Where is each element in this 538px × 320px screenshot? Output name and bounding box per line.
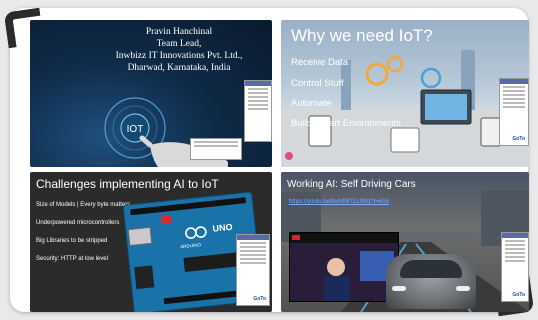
speaker-location: Dharwad, Karnataka, India bbox=[127, 63, 231, 73]
meeting-side-panel[interactable] bbox=[244, 80, 272, 142]
speaker-name: Pravin Hanchinal bbox=[145, 27, 213, 37]
slide-title: Challenges implementing AI to IoT bbox=[36, 177, 219, 191]
video-tile-challenges[interactable]: Challenges implementing AI to IoT Size o… bbox=[30, 172, 272, 312]
bullet-control-stuff: Control Stuff bbox=[291, 78, 344, 89]
speaker-role: Team Lead, bbox=[156, 39, 202, 49]
video-tile-speaker-intro[interactable]: Pravin Hanchinal Team Lead, Inwbizz IT I… bbox=[30, 20, 272, 167]
bullet-model-size: Size of Models | Every byte matters bbox=[36, 202, 131, 208]
video-tile-self-driving[interactable]: Working AI: Self Driving Cars https://yo… bbox=[281, 172, 529, 312]
meeting-side-panel[interactable]: GoTo bbox=[499, 78, 529, 146]
bullet-security: Security: HTTP at low level bbox=[36, 256, 108, 262]
meeting-side-panel[interactable]: GoTo bbox=[236, 234, 270, 306]
slide-title: Working AI: Self Driving Cars bbox=[287, 179, 416, 190]
iot-badge-text: IOT bbox=[127, 124, 144, 135]
speaker-company: Inwbizz IT Innovations Pvt. Ltd., bbox=[115, 51, 243, 61]
goto-logo: GoTo bbox=[512, 292, 525, 298]
slide-title: Why we need IoT? bbox=[291, 26, 433, 45]
bullet-microcontrollers: Underpowered microcontrollers bbox=[36, 220, 120, 226]
board-model-label: UNO bbox=[212, 221, 233, 234]
embedded-video[interactable] bbox=[289, 232, 399, 302]
car-image bbox=[386, 254, 476, 309]
bullet-libraries: Big Libraries to be stripped bbox=[36, 238, 108, 244]
bullet-smart-environments: Build Smart Environments bbox=[291, 118, 401, 129]
webcam-overlay bbox=[190, 138, 242, 160]
bullet-receive-data: Receive Data bbox=[291, 57, 349, 68]
meeting-side-panel[interactable]: GoTo bbox=[501, 232, 529, 302]
goto-logo: GoTo bbox=[253, 296, 266, 302]
goto-logo: GoTo bbox=[512, 136, 525, 142]
video-tile-why-iot[interactable]: Why we need IoT? Receive Data Control St… bbox=[281, 20, 529, 167]
bullet-automate: Automate bbox=[291, 98, 332, 109]
speaker-info: Pravin Hanchinal Team Lead, Inwbizz IT I… bbox=[94, 26, 264, 74]
youtube-link[interactable]: https://youtu.be/tiwVMrTLUWg?t=616 bbox=[289, 199, 389, 205]
